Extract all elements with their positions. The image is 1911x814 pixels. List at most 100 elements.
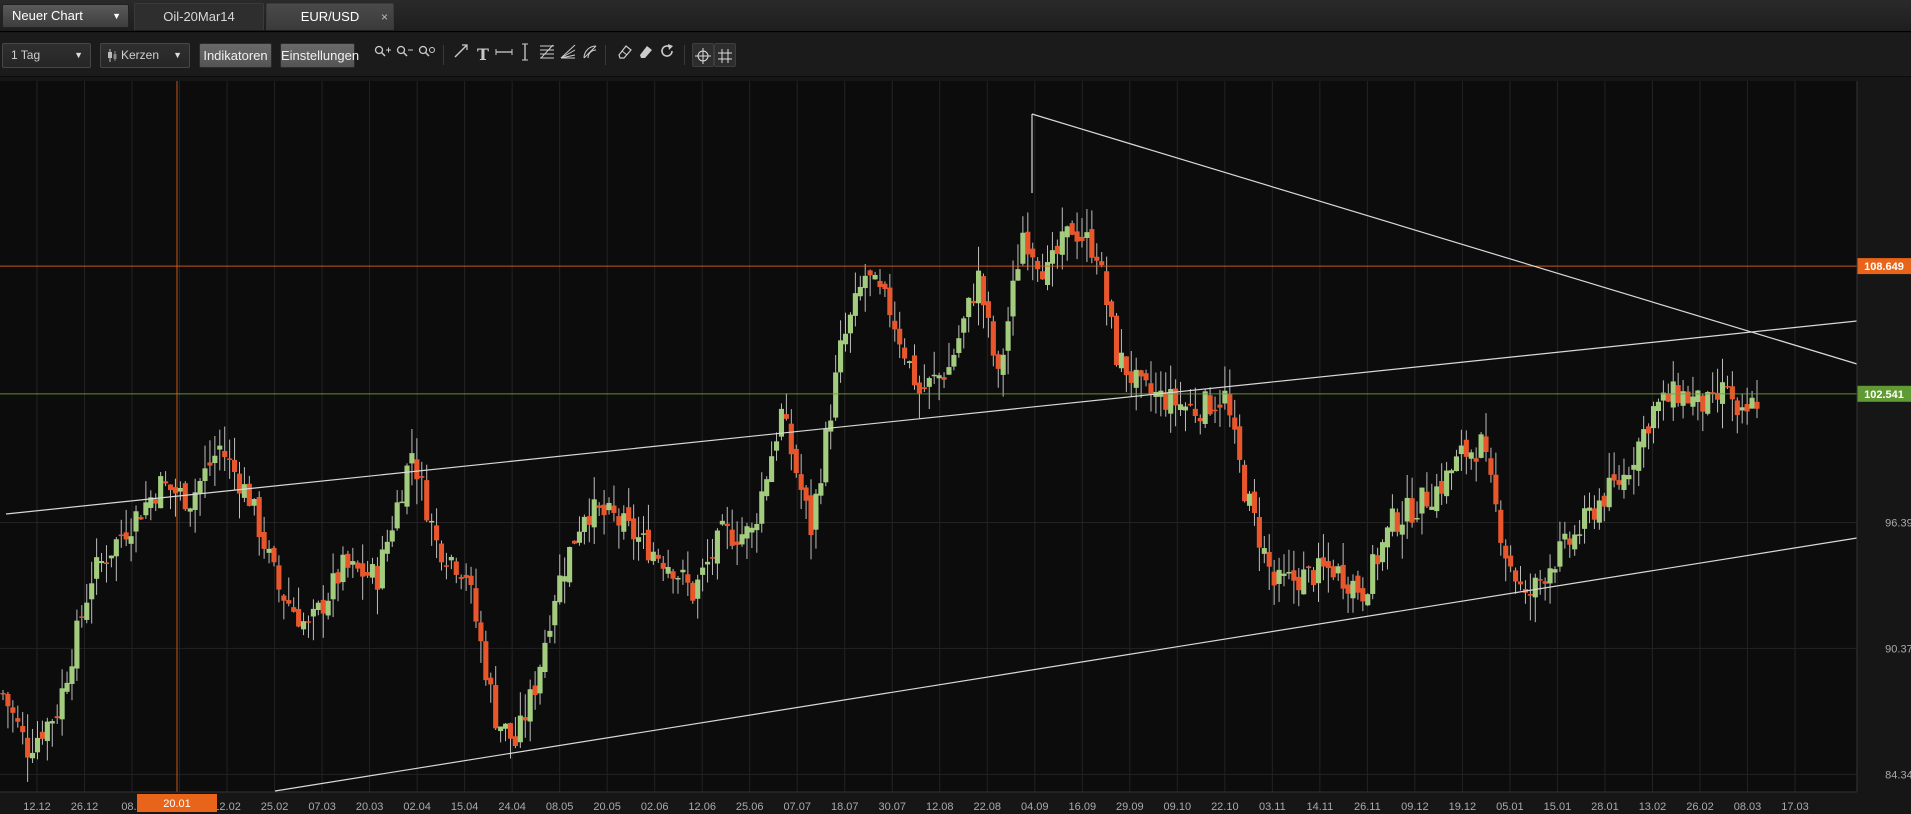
candle-down <box>1473 458 1479 462</box>
eraser-icon[interactable] <box>614 43 636 67</box>
candle-up <box>675 577 681 580</box>
settings-button[interactable]: Einstellungen <box>280 43 359 68</box>
candle-down <box>1237 426 1243 460</box>
date-tick-label: 02.06 <box>641 801 669 813</box>
candle-up <box>1641 429 1647 448</box>
grid-icon[interactable] <box>714 43 736 67</box>
candle-up <box>1404 497 1410 522</box>
candle-up <box>591 499 597 528</box>
candle-down <box>1513 570 1519 582</box>
chart-panel[interactable]: 12.1226.1208.00112.0225.0207.0320.0302.0… <box>0 81 1911 814</box>
candle-down <box>138 517 144 520</box>
candle-up <box>1419 487 1425 514</box>
candle-down <box>724 523 730 527</box>
vertical-line-icon[interactable] <box>514 43 536 67</box>
candle-up <box>542 642 548 673</box>
candle-up <box>946 367 952 375</box>
candle-down <box>276 565 282 590</box>
candle-up <box>1059 231 1065 255</box>
candle-up <box>498 726 504 732</box>
indicators-button[interactable]: Indikatoren <box>199 43 272 68</box>
candle-up <box>1177 404 1184 411</box>
candle-up <box>217 445 223 450</box>
price-marker-label: 108.649 <box>1864 261 1904 273</box>
candle-up <box>926 378 932 387</box>
timeframe-select[interactable]: 1 Tag ▼ <box>2 43 91 68</box>
candle-down <box>20 726 26 733</box>
chart-type-select[interactable]: Kerzen ▼ <box>100 43 190 68</box>
tab-eurusd[interactable]: EUR/USD × <box>266 3 394 30</box>
candle-up <box>1749 397 1755 409</box>
candle-down <box>1030 248 1036 258</box>
fibonacci-fan-icon[interactable] <box>557 43 579 67</box>
date-tick-label: 08.03 <box>1734 801 1762 813</box>
candle-down <box>10 707 16 713</box>
date-tick-label: 26.11 <box>1354 801 1381 813</box>
tab-oil[interactable]: Oil-20Mar14 <box>134 3 264 30</box>
date-tick-label: 28.01 <box>1591 801 1619 813</box>
new-chart-button[interactable]: Neuer Chart ▼ <box>2 4 129 28</box>
candle-up <box>966 297 972 318</box>
price-tick-label: 90.370 <box>1885 643 1911 655</box>
zoom-in-icon[interactable] <box>372 43 394 67</box>
refresh-icon[interactable] <box>656 43 678 67</box>
new-chart-label: Neuer Chart <box>12 8 83 23</box>
candle-down <box>1054 245 1060 254</box>
candle-up <box>1444 470 1450 497</box>
candle-down <box>232 459 238 472</box>
candle-down <box>1744 404 1750 412</box>
candle-down <box>532 685 538 696</box>
candle-down <box>1665 393 1671 402</box>
date-tick-label: 07.03 <box>308 801 336 813</box>
candle-down <box>1517 581 1524 585</box>
candle-down <box>793 448 799 474</box>
candle-up <box>1301 569 1307 595</box>
date-tick-label: 26.02 <box>1686 801 1714 813</box>
price-tick-label: 96.390 <box>1885 517 1911 529</box>
candle-down <box>182 483 188 510</box>
horizontal-line-icon[interactable] <box>493 43 515 67</box>
candlestick-icon <box>108 49 117 62</box>
candle-down <box>911 355 918 386</box>
date-tick-label: 12.12 <box>23 801 51 813</box>
candle-down <box>734 541 740 545</box>
candle-down <box>941 377 947 380</box>
candle-down <box>54 716 60 719</box>
zoom-reset-icon[interactable] <box>416 43 438 67</box>
candle-down <box>1099 261 1105 266</box>
chevron-down-icon: ▼ <box>112 11 121 21</box>
candle-up <box>754 523 760 531</box>
text-tool-icon[interactable]: T <box>472 43 494 67</box>
price-chart[interactable]: 12.1226.1208.00112.0225.0207.0320.0302.0… <box>0 81 1911 814</box>
candle-up <box>852 293 858 316</box>
candle-up <box>823 429 829 483</box>
candle-down <box>1325 561 1331 569</box>
candle-up <box>872 274 878 280</box>
fibonacci-retracement-icon[interactable] <box>536 43 558 67</box>
candle-down <box>1360 588 1366 602</box>
close-icon[interactable]: × <box>381 4 388 30</box>
fibonacci-arc-icon[interactable] <box>579 43 601 67</box>
candle-up <box>581 516 587 532</box>
candle-down <box>320 599 326 614</box>
crosshair-date-label: 20.01 <box>163 798 191 810</box>
crosshair-icon[interactable] <box>692 43 714 67</box>
date-tick-label: 12.06 <box>688 801 716 813</box>
candle-up <box>1276 569 1282 584</box>
candle-up <box>69 666 75 684</box>
date-tick-label: 19.12 <box>1449 801 1477 813</box>
candle-down <box>281 595 287 601</box>
candle-up <box>636 537 642 542</box>
erase-all-icon[interactable] <box>635 43 657 67</box>
trend-line-icon[interactable] <box>450 43 472 67</box>
candle-up <box>1286 572 1292 574</box>
candle-down <box>79 616 85 618</box>
tab-label: EUR/USD <box>300 9 360 24</box>
candle-up <box>429 520 435 523</box>
candle-down <box>261 531 267 549</box>
candle-up <box>1581 508 1588 529</box>
candle-up <box>759 491 765 524</box>
candle-up <box>1005 321 1011 351</box>
candle-down <box>458 577 464 579</box>
zoom-out-icon[interactable] <box>394 43 416 67</box>
